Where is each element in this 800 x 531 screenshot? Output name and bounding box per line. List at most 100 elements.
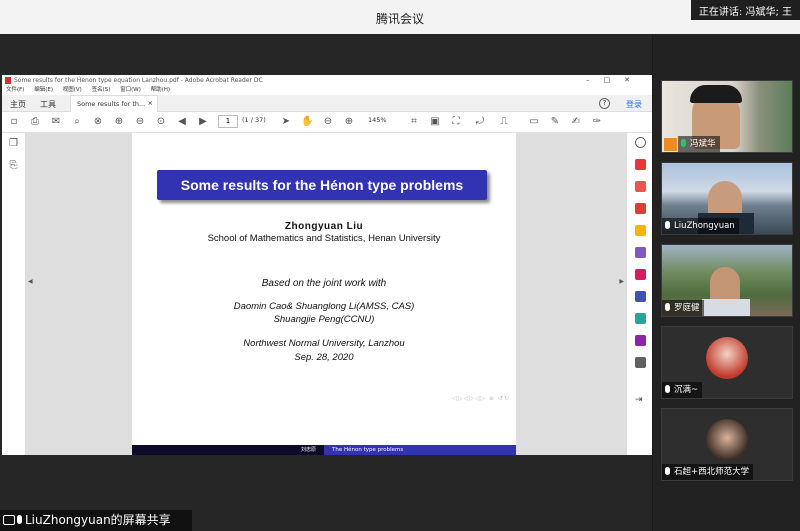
create-pdf-icon[interactable] xyxy=(635,159,646,170)
collapse-rail-icon[interactable]: ⇥ xyxy=(635,395,646,406)
fill-sign-icon[interactable]: ✑ xyxy=(591,116,603,128)
host-badge-icon xyxy=(664,138,677,151)
slide-title: Some results for the Hénon type problems xyxy=(157,170,487,200)
next-page-icon[interactable]: ⊖ xyxy=(134,116,146,128)
participant-name-bar: 石超+西北师范大学 xyxy=(662,464,754,480)
acrobat-window: Some results for the H́enon type equatio… xyxy=(2,75,652,455)
slide-based-on: Based on the joint work with xyxy=(261,278,387,289)
participant-name-bar: 罗庭健 xyxy=(662,300,704,316)
zoom-out-icon[interactable]: ⊖ xyxy=(322,116,334,128)
menu-window[interactable]: 窗口(W) xyxy=(120,87,141,93)
prev-page-icon[interactable]: ⊕ xyxy=(113,116,125,128)
participant-tile[interactable]: 石超+西北师范大学 xyxy=(661,408,793,481)
save-icon[interactable]: ▫ xyxy=(8,116,20,128)
pdf-icon xyxy=(5,77,11,84)
window-controls[interactable]: –□✕ xyxy=(586,75,644,86)
sign-icon[interactable]: ✍ xyxy=(570,116,582,128)
x-circle-icon[interactable]: ⊗ xyxy=(92,116,104,128)
participant-name: 石超+西北师范大学 xyxy=(674,467,750,477)
menu-view[interactable]: 视图(V) xyxy=(63,87,82,93)
page-total: (1 / 37) xyxy=(242,116,266,124)
participant-tile[interactable]: 沉满~ xyxy=(661,326,793,399)
close-tab-icon[interactable]: × xyxy=(148,99,153,107)
comment-icon[interactable]: ▭ xyxy=(528,116,540,128)
hand-tool-icon[interactable]: ✋ xyxy=(301,116,313,128)
speaking-indicator: 正在讲话: 冯斌华; 王 xyxy=(690,0,800,20)
slide-author: Zhongyuan Liu xyxy=(284,221,364,232)
login-link[interactable]: 登录 xyxy=(626,99,642,110)
slide-coauthors-1: Daomin Cao& Shuanglong Li(AMSS, CAS) xyxy=(233,301,415,312)
zoom-in-icon[interactable]: ⊕ xyxy=(343,116,355,128)
tab-document-label: Some results for th... xyxy=(77,100,146,108)
zoom-tool-icon[interactable] xyxy=(635,137,646,148)
screen-share-text: LiuZhongyuan的屏幕共享 xyxy=(25,513,171,527)
participant-name-bar: 沉满~ xyxy=(662,382,703,398)
menu-sign[interactable]: 签名(S) xyxy=(92,87,111,93)
search-icon[interactable]: ⌕ xyxy=(71,116,83,128)
participant-name-bar: LiuZhongyuan xyxy=(662,218,739,234)
help-icon[interactable]: ? xyxy=(599,98,610,109)
organize-pages-icon[interactable] xyxy=(635,247,646,258)
acrobat-menubar: 文件(F) 编辑(E) 视图(V) 签名(S) 窗口(W) 帮助(H) xyxy=(2,86,652,95)
screen-share-label: LiuZhongyuan的屏幕共享 xyxy=(0,510,192,531)
participant-tile[interactable]: 冯斌华 xyxy=(661,80,793,153)
back-icon[interactable]: ◀ xyxy=(176,116,188,128)
mic-icon xyxy=(665,303,670,311)
pages-icon[interactable]: ❐ xyxy=(8,138,19,149)
more-tools-icon[interactable] xyxy=(635,357,646,368)
slide-coauthors-2: Shuangjie Peng(CCNU) xyxy=(273,314,375,325)
full-screen-icon[interactable]: ⛶ xyxy=(450,116,462,128)
acrobat-tabbar: 主页 工具 Some results for th... × ? 登录 xyxy=(2,95,652,112)
slide-footer-title: The Hénon type problems xyxy=(324,445,516,455)
compress-icon[interactable] xyxy=(635,313,646,324)
slide-footer-author: 刘忠原 xyxy=(132,445,324,455)
comment-tool-icon[interactable] xyxy=(635,225,646,236)
participant-name: 沉满~ xyxy=(674,385,699,395)
mic-icon xyxy=(681,139,686,147)
right-tools-rail: ⇥ xyxy=(626,133,652,455)
crop-icon[interactable]: ⌗ xyxy=(408,116,420,128)
rotate-icon[interactable]: ⤾ xyxy=(474,116,486,128)
attachment-icon[interactable]: ⎘ xyxy=(8,160,19,171)
participants-panel: 冯斌华 LiuZhongyuan 罗庭健 沉满~ 石超+西北师范大学 xyxy=(653,34,800,531)
acrobat-toolbar: ▫ ⎙ ✉ ⌕ ⊗ ⊕ ⊖ ⊙ ◀ ▶ 1 (1 / 37) ➤ ✋ ⊖ ⊕ 1… xyxy=(2,112,652,133)
acrobat-titlebar: Some results for the H́enon type equatio… xyxy=(2,75,652,86)
slide-affiliation: School of Mathematics and Statistics, He… xyxy=(207,233,441,244)
mic-icon xyxy=(665,221,670,229)
fit-page-icon[interactable]: ▣ xyxy=(429,116,441,128)
participant-avatar xyxy=(706,337,748,379)
stamp-icon[interactable]: ⎍ xyxy=(498,116,510,128)
participant-name: 冯斌华 xyxy=(690,139,716,149)
email-icon[interactable]: ✉ xyxy=(50,116,62,128)
mic-muted-icon xyxy=(665,467,670,475)
pdf-page: Some results for the Hénon type problems… xyxy=(132,133,516,455)
collapse-right-icon[interactable]: ▶ xyxy=(619,278,624,285)
select-cursor-icon[interactable]: ➤ xyxy=(280,116,292,128)
beamer-nav-icons[interactable]: ◁▷◁▷◁▷ ≡ ↺↻ xyxy=(452,395,510,402)
print-icon[interactable]: ⎙ xyxy=(29,116,41,128)
export-pdf-icon[interactable] xyxy=(635,203,646,214)
protect-icon[interactable] xyxy=(635,291,646,302)
slide-footer: 刘忠原 The Hénon type problems xyxy=(132,445,516,455)
participant-tile[interactable]: LiuZhongyuan xyxy=(661,162,793,235)
menu-help[interactable]: 帮助(H) xyxy=(151,87,170,93)
menu-file[interactable]: 文件(F) xyxy=(6,87,24,93)
tab-document[interactable]: Some results for th... × xyxy=(70,95,158,112)
collapse-left-icon[interactable]: ◀ xyxy=(28,278,33,285)
fill-sign-tool-icon[interactable] xyxy=(635,269,646,280)
edit-pdf-icon[interactable] xyxy=(635,181,646,192)
download-icon[interactable]: ⊙ xyxy=(155,116,167,128)
highlight-icon[interactable]: ✎ xyxy=(549,116,561,128)
participant-name: 罗庭健 xyxy=(674,303,700,313)
participant-tile[interactable]: 罗庭健 xyxy=(661,244,793,317)
forward-icon[interactable]: ▶ xyxy=(197,116,209,128)
participant-name: LiuZhongyuan xyxy=(674,221,735,231)
page-number-input[interactable]: 1 xyxy=(218,115,238,128)
document-viewport[interactable]: ◀ ▶ Some results for the Hénon type prob… xyxy=(26,133,626,455)
tab-tools[interactable]: 工具 xyxy=(40,99,56,110)
send-sign-icon[interactable] xyxy=(635,335,646,346)
tab-home[interactable]: 主页 xyxy=(10,99,26,110)
zoom-level[interactable]: 145% xyxy=(368,116,387,124)
slide-date: Sep. 28, 2020 xyxy=(294,352,354,363)
menu-edit[interactable]: 编辑(E) xyxy=(34,87,53,93)
